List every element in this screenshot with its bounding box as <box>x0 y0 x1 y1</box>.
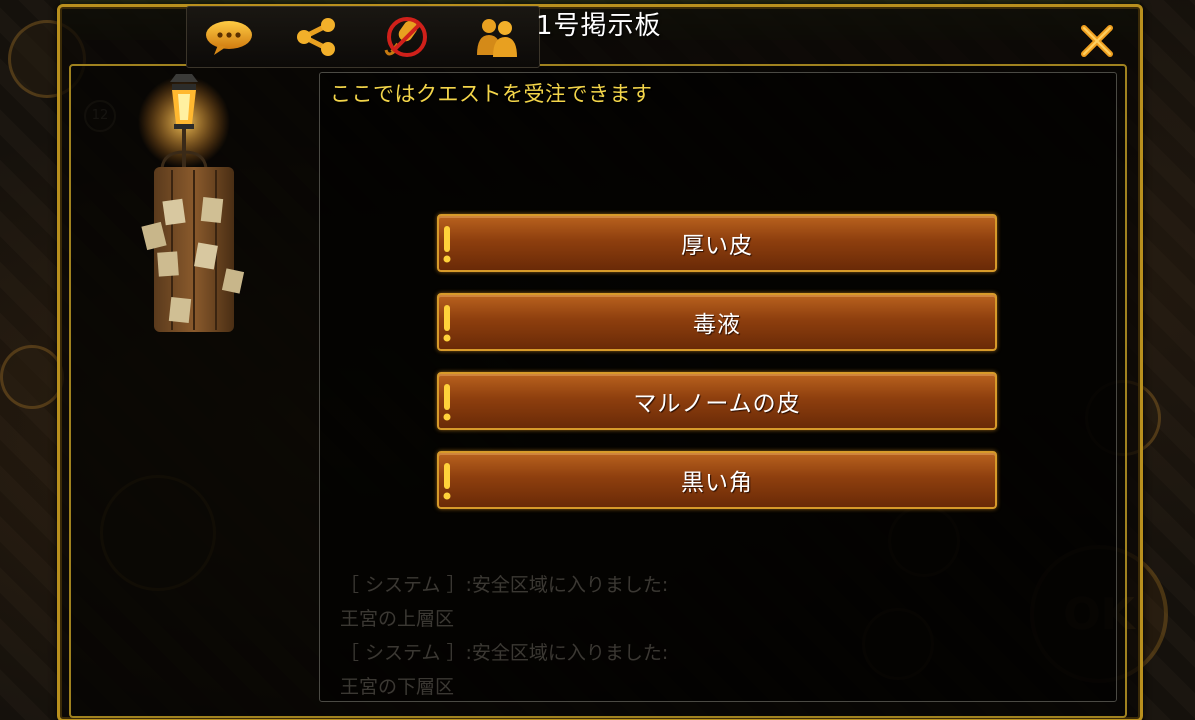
game-screen: 12 OK ［ システム ］:安全区域に入りました: 王宮の上層区 ［ システム… <box>0 0 1195 720</box>
quest-button-venom[interactable]: 毒液 <box>437 293 997 351</box>
quest-intro-text: ここではクエストを受注できます <box>330 82 653 106</box>
dialog-title: 1号掲示板 <box>536 11 662 41</box>
system-log-line: 王宮の上層区 <box>340 608 455 630</box>
tab-voice-off[interactable] <box>379 15 435 59</box>
system-log-line: 王宮の下層区 <box>340 676 455 698</box>
notice-board-illustration <box>128 72 258 342</box>
system-log: ［ システム ］:安全区域に入りました: 王宮の上層区 ［ システム ］:安全区… <box>340 568 668 704</box>
quest-label: マルノームの皮 <box>633 391 801 417</box>
quest-button-thick-hide[interactable]: 厚い皮 <box>437 214 997 272</box>
quest-button-marunoom-hide[interactable]: マルノームの皮 <box>437 372 997 430</box>
close-button[interactable] <box>1076 20 1118 62</box>
quest-label: 黒い角 <box>681 470 753 496</box>
speech-bubble-icon <box>206 21 252 55</box>
quest-button-black-horn[interactable]: 黒い角 <box>437 451 997 509</box>
people-icon <box>477 19 517 57</box>
microphone-muted-icon <box>384 17 427 57</box>
tab-friends[interactable] <box>469 15 525 59</box>
quest-label: 毒液 <box>693 312 741 338</box>
tab-chat[interactable] <box>201 15 257 59</box>
system-log-line: ［ システム ］:安全区域に入りました: <box>340 642 669 664</box>
tab-share[interactable] <box>289 15 345 59</box>
background-skill-circle <box>0 345 64 409</box>
share-icon <box>297 18 335 56</box>
system-log-line: ［ システム ］:安全区域に入りました: <box>340 574 669 596</box>
close-icon <box>1081 25 1113 57</box>
quest-label: 厚い皮 <box>681 233 753 259</box>
lantern-notice-board-icon <box>138 74 245 332</box>
top-tab-bar <box>186 6 540 68</box>
